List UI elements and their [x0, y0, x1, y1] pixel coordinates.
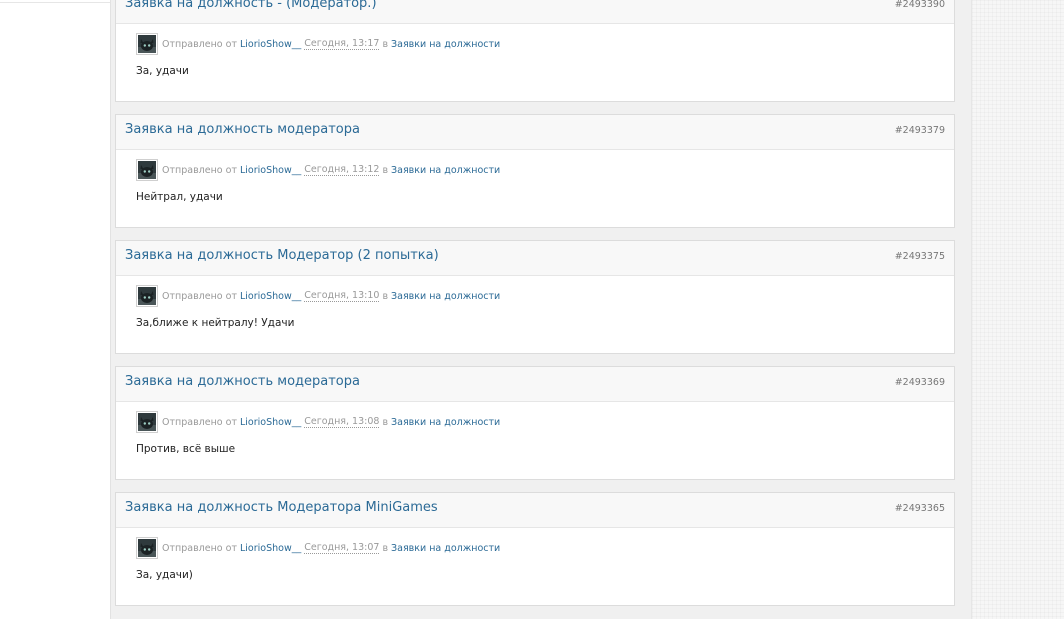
post-card: Заявка на должность Модератор (2 попытка…	[115, 240, 955, 354]
sent-label: Отправлено от	[162, 416, 237, 428]
avatar[interactable]	[136, 411, 158, 433]
post-header: Заявка на должность модератора #2493379	[116, 115, 954, 150]
post-id-link[interactable]: #2493379	[895, 125, 945, 136]
post-date: Сегодня, 13:07	[304, 542, 380, 554]
post-meta: Отправлено от LiorioShow__ Сегодня, 13:1…	[136, 33, 500, 55]
forum-link[interactable]: Заявки на должности	[391, 39, 500, 50]
post-id-link[interactable]: #2493365	[895, 503, 945, 514]
post-id-link[interactable]: #2493375	[895, 251, 945, 262]
in-label: в	[382, 164, 389, 176]
post-date: Сегодня, 13:12	[304, 164, 380, 176]
sent-label: Отправлено от	[162, 38, 237, 50]
post-date: Сегодня, 13:17	[304, 38, 380, 50]
in-label: в	[382, 542, 389, 554]
post-card: Заявка на должность модератора #2493369	[115, 366, 955, 480]
author-link[interactable]: LiorioShow__	[240, 417, 301, 428]
post-title-link[interactable]: Заявка на должность Модератора MiniGames	[125, 500, 438, 515]
post-header: Заявка на должность модератора #2493369	[116, 367, 954, 402]
post-message: За, удачи)	[136, 569, 193, 581]
avatar[interactable]	[136, 537, 158, 559]
in-label: в	[382, 416, 389, 428]
cat-avatar-icon	[138, 35, 156, 53]
page: Заявка на должность - (Модератор.) #2493…	[0, 0, 1064, 619]
sent-label: Отправлено от	[162, 542, 237, 554]
post-title-link[interactable]: Заявка на должность Модератор (2 попытка…	[125, 248, 439, 263]
post-card: Заявка на должность Модератора MiniGames…	[115, 492, 955, 606]
post-title-link[interactable]: Заявка на должность модератора	[125, 122, 360, 137]
right-sidebar	[971, 0, 1064, 619]
post-message: За,ближе к нейтралу! Удачи	[136, 317, 295, 329]
in-label: в	[382, 290, 389, 302]
in-label: в	[382, 38, 389, 50]
post-card: Заявка на должность модератора #2493379	[115, 114, 955, 228]
post-header: Заявка на должность Модератора MiniGames…	[116, 493, 954, 528]
author-link[interactable]: LiorioShow__	[240, 291, 301, 302]
forum-link[interactable]: Заявки на должности	[391, 165, 500, 176]
post-message: Нейтрал, удачи	[136, 191, 223, 203]
cat-avatar-icon	[138, 539, 156, 557]
post-meta: Отправлено от LiorioShow__ Сегодня, 13:0…	[136, 411, 500, 433]
author-link[interactable]: LiorioShow__	[240, 543, 301, 554]
avatar[interactable]	[136, 33, 158, 55]
post-list: Заявка на должность - (Модератор.) #2493…	[115, 0, 957, 618]
author-link[interactable]: LiorioShow__	[240, 39, 301, 50]
avatar[interactable]	[136, 159, 158, 181]
post-id-link[interactable]: #2493390	[895, 0, 945, 10]
post-meta: Отправлено от LiorioShow__ Сегодня, 13:1…	[136, 159, 500, 181]
forum-link[interactable]: Заявки на должности	[391, 543, 500, 554]
post-date: Сегодня, 13:08	[304, 416, 380, 428]
post-title-link[interactable]: Заявка на должность - (Модератор.)	[125, 0, 377, 11]
forum-link[interactable]: Заявки на должности	[391, 417, 500, 428]
sent-label: Отправлено от	[162, 164, 237, 176]
post-message: Против, всё выше	[136, 443, 236, 455]
cat-avatar-icon	[138, 161, 156, 179]
post-meta: Отправлено от LiorioShow__ Сегодня, 13:0…	[136, 537, 500, 559]
post-meta: Отправлено от LiorioShow__ Сегодня, 13:1…	[136, 285, 500, 307]
post-header: Заявка на должность - (Модератор.) #2493…	[116, 0, 954, 24]
post-header: Заявка на должность Модератор (2 попытка…	[116, 241, 954, 276]
post-date: Сегодня, 13:10	[304, 290, 380, 302]
forum-link[interactable]: Заявки на должности	[391, 291, 500, 302]
post-id-link[interactable]: #2493369	[895, 377, 945, 388]
post-message: За, удачи	[136, 65, 189, 77]
post-title-link[interactable]: Заявка на должность модератора	[125, 374, 360, 389]
author-link[interactable]: LiorioShow__	[240, 165, 301, 176]
sent-label: Отправлено от	[162, 290, 237, 302]
avatar[interactable]	[136, 285, 158, 307]
cat-avatar-icon	[138, 413, 156, 431]
post-card: Заявка на должность - (Модератор.) #2493…	[115, 0, 955, 102]
cat-avatar-icon	[138, 287, 156, 305]
